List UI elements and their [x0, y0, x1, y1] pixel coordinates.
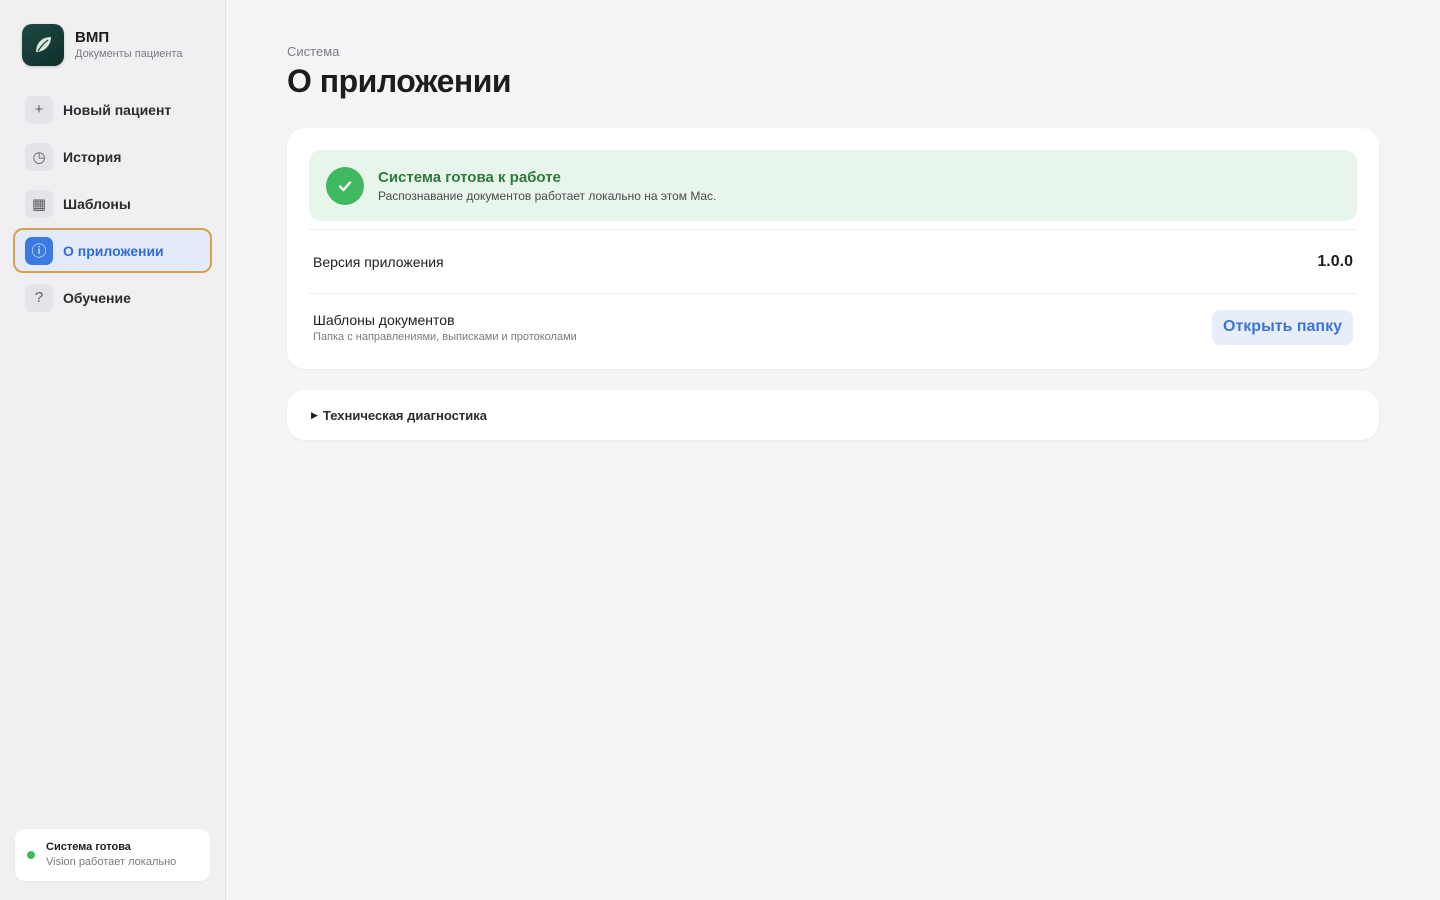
banner-title: Система готова к работе: [378, 168, 561, 186]
disclosure-triangle-icon: ▶: [311, 409, 318, 420]
divider: [309, 293, 1357, 294]
sidebar-item-templates[interactable]: ▦ Шаблоны: [13, 181, 212, 226]
breadcrumb: Система: [287, 44, 340, 59]
sidebar-item-label: Шаблоны: [63, 195, 131, 212]
status-title: Система готова: [46, 841, 131, 853]
system-ready-banner: Система готова к работе Распознавание до…: [309, 150, 1357, 221]
version-row: Версия приложения 1.0.0: [313, 248, 1353, 276]
sidebar-item-label: Новый пациент: [63, 101, 172, 118]
page-title: О приложении: [287, 63, 512, 99]
brand: ВМП Документы пациента: [22, 24, 183, 66]
app-name: ВМП: [75, 29, 110, 46]
sidebar-nav: + Новый пациент ◷ История ▦ Шаблоны ⓘ О …: [13, 87, 212, 322]
sidebar-item-label: История: [63, 148, 122, 165]
main-content: Система О приложении Система готова к ра…: [226, 0, 1440, 900]
templates-subtitle: Папка с направлениями, выписками и прото…: [313, 330, 577, 343]
diagnostics-label: Техническая диагностика: [322, 407, 487, 423]
about-card: Система готова к работе Распознавание до…: [287, 128, 1379, 369]
app-subtitle: Документы пациента: [75, 48, 183, 60]
templates-row: Шаблоны документов Папка с направлениями…: [313, 308, 1353, 346]
leaf-logo-icon: [22, 24, 64, 66]
sidebar-item-label: О приложении: [63, 242, 164, 259]
divider: [309, 229, 1357, 230]
plus-icon: +: [25, 95, 53, 124]
clock-icon: ◷: [25, 142, 53, 171]
status-subtitle: Vision работает локально: [46, 856, 177, 868]
question-icon: ?: [25, 283, 53, 312]
version-value: 1.0.0: [1317, 253, 1353, 270]
open-folder-button[interactable]: Открыть папку: [1212, 309, 1353, 345]
templates-label: Шаблоны документов: [313, 311, 455, 328]
sidebar: ВМП Документы пациента + Новый пациент ◷…: [0, 0, 226, 900]
version-label: Версия приложения: [313, 254, 444, 270]
sidebar-item-label: Обучение: [63, 289, 131, 306]
diagnostics-disclosure[interactable]: ▶ Техническая диагностика: [287, 390, 1379, 440]
system-status-card: Система готова Vision работает локально: [15, 829, 210, 881]
sidebar-item-about[interactable]: ⓘ О приложении: [13, 228, 212, 273]
sidebar-item-new-patient[interactable]: + Новый пациент: [13, 87, 212, 132]
checkmark-icon: [326, 166, 364, 205]
grid-icon: ▦: [25, 189, 53, 218]
banner-subtitle: Распознавание документов работает локаль…: [378, 188, 717, 203]
sidebar-item-history[interactable]: ◷ История: [13, 134, 212, 179]
app-window: ВМП Документы пациента + Новый пациент ◷…: [0, 0, 1440, 900]
info-icon: ⓘ: [25, 236, 53, 265]
sidebar-item-tutorial[interactable]: ? Обучение: [13, 275, 212, 320]
status-dot-icon: [27, 851, 35, 859]
